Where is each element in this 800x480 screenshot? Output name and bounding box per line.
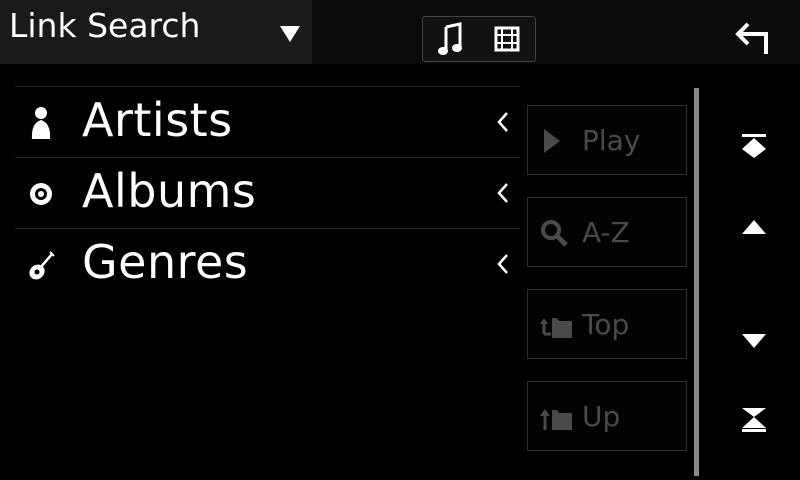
chevron-left-icon[interactable] bbox=[497, 182, 509, 204]
music-note-icon bbox=[438, 22, 462, 55]
tab-video[interactable] bbox=[479, 17, 535, 61]
film-icon bbox=[494, 26, 520, 52]
back-button[interactable] bbox=[730, 20, 774, 60]
top-button[interactable]: Top bbox=[527, 289, 687, 359]
jump-to-bottom-icon[interactable] bbox=[740, 406, 768, 434]
top-button-label: Top bbox=[582, 308, 630, 341]
a-z-button-label: A-Z bbox=[582, 216, 630, 249]
list-item-albums[interactable]: Albums bbox=[15, 157, 520, 228]
chevron-left-icon[interactable] bbox=[497, 253, 509, 275]
list-item-artists[interactable]: Artists bbox=[15, 86, 520, 157]
guitar-icon bbox=[29, 251, 55, 280]
play-icon bbox=[544, 129, 560, 153]
back-arrow-icon bbox=[735, 22, 768, 54]
disc-icon bbox=[30, 183, 52, 205]
scroll-down-icon[interactable] bbox=[740, 326, 768, 354]
chevron-left-icon[interactable] bbox=[497, 111, 509, 133]
list-item-genres[interactable]: Genres bbox=[15, 228, 520, 299]
scroll-up-icon[interactable] bbox=[740, 214, 768, 242]
media-type-switch bbox=[422, 16, 536, 62]
a-z-button[interactable]: A-Z bbox=[527, 197, 687, 267]
play-button[interactable]: Play bbox=[527, 105, 687, 175]
person-icon bbox=[31, 107, 51, 139]
tab-music[interactable] bbox=[423, 17, 479, 61]
page-title: Link Search bbox=[9, 6, 201, 45]
list-item-label: Genres bbox=[82, 235, 249, 289]
search-icon bbox=[541, 220, 568, 247]
list-item-label: Albums bbox=[82, 164, 257, 218]
folder-top-icon bbox=[540, 318, 572, 338]
up-button[interactable]: Up bbox=[527, 381, 687, 451]
scrollbar[interactable] bbox=[694, 88, 699, 476]
up-button-label: Up bbox=[582, 400, 621, 433]
category-list: Artists Albums Genres bbox=[15, 86, 520, 299]
jump-to-top-icon[interactable] bbox=[740, 132, 768, 160]
triangle-down-icon[interactable] bbox=[280, 26, 300, 42]
header-bar: Link Search bbox=[0, 0, 800, 64]
play-button-label: Play bbox=[582, 124, 641, 157]
source-selector[interactable]: Link Search bbox=[0, 0, 312, 64]
folder-up-icon bbox=[540, 409, 572, 430]
list-item-label: Artists bbox=[82, 93, 233, 147]
